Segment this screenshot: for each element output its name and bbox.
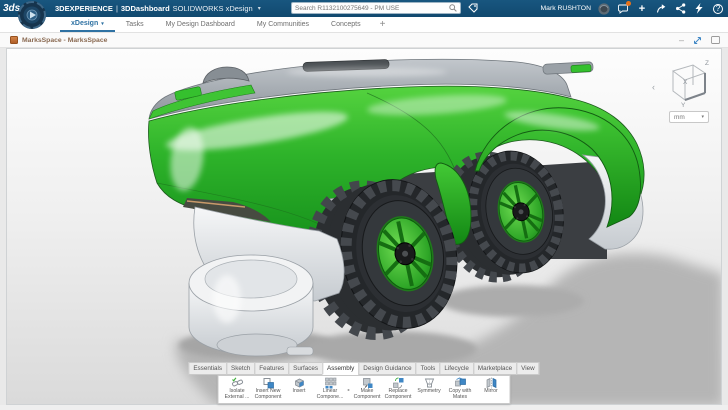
chevron-down-icon: ▾ (101, 21, 104, 27)
symmetry-button[interactable]: Symmetry (414, 376, 445, 403)
window-title: MarksSpace - MarksSpace (22, 37, 107, 44)
search-icon[interactable] (449, 0, 457, 17)
notifications-icon[interactable] (617, 3, 629, 15)
toolbar-separator (348, 389, 350, 391)
tab-tasks[interactable]: Tasks (115, 17, 155, 32)
ribbon-tab-tools[interactable]: Tools (416, 362, 440, 375)
window-header: MarksSpace - MarksSpace – (0, 33, 728, 48)
insert-button[interactable]: Insert (284, 376, 315, 403)
expand-icon[interactable] (693, 36, 702, 45)
add-icon[interactable]: + (636, 3, 648, 15)
minimize-icon[interactable]: – (679, 37, 684, 43)
copy-with-mates-button[interactable]: Copy withMates (445, 376, 476, 403)
axis-y-label: Y (681, 102, 686, 109)
xdesign-app: 3ds 3DEXPERIENCE | 3DDashboard SOLIDWORK… (0, 0, 728, 410)
share-network-icon[interactable] (674, 3, 686, 15)
ribbon-tab-sketch[interactable]: Sketch (226, 362, 254, 375)
window-bottom-frame (0, 405, 728, 410)
share-arrow-icon[interactable] (655, 3, 667, 15)
tab-xdesign-label: xDesign (71, 20, 98, 27)
make-component-button[interactable]: MakeComponent (352, 376, 383, 403)
axis-x-label: X (683, 79, 688, 86)
tag-icon[interactable] (467, 2, 479, 14)
isolate-external-button[interactable]: IsolateExternal ... (222, 376, 253, 403)
insert-new-component-button[interactable]: Insert NewComponent (253, 376, 284, 403)
ribbon-tab-marketplace[interactable]: Marketplace (473, 362, 516, 375)
axis-z-label: Z (705, 60, 709, 67)
ribbon-tab-view[interactable]: View (516, 362, 540, 375)
units-value: mm (674, 114, 685, 121)
search-input[interactable] (295, 5, 449, 12)
top-bar: 3ds 3DEXPERIENCE | 3DDashboard SOLIDWORK… (0, 0, 728, 17)
ribbon-tab-essentials[interactable]: Essentials (188, 362, 226, 375)
app-tab-bar: xDesign ▾ Tasks My Design Dashboard My C… (0, 17, 728, 33)
chevron-down-icon: ▾ (701, 114, 704, 120)
add-tab-button[interactable]: + (372, 17, 394, 32)
tools-lightning-icon[interactable] (693, 3, 705, 15)
panel-collapse-chevron-icon[interactable]: ‹ (652, 83, 655, 92)
chevron-down-icon[interactable]: ▾ (258, 5, 261, 12)
brand-title[interactable]: 3DEXPERIENCE | 3DDashboard SOLIDWORKS xD… (55, 4, 261, 13)
ribbon-tab-assembly[interactable]: Assembly (322, 362, 358, 375)
help-icon[interactable]: ? (712, 3, 724, 15)
window-mode-icon[interactable] (711, 36, 720, 44)
view-cube[interactable]: X Y Z (659, 57, 711, 109)
ribbon-tab-design-guidance[interactable]: Design Guidance (358, 362, 415, 375)
rover-3d-model (7, 49, 722, 405)
avatar[interactable] (598, 3, 610, 15)
ribbon-tab-features[interactable]: Features (254, 362, 288, 375)
ribbon-tab-surfaces[interactable]: Surfaces (288, 362, 322, 375)
ribbon-tab-lifecycle[interactable]: Lifecycle (439, 362, 473, 375)
brand-3dexperience: 3DEXPERIENCE (55, 4, 113, 13)
tab-concepts[interactable]: Concepts (320, 17, 372, 32)
user-name[interactable]: Mark RUSHTON (541, 5, 591, 12)
tab-xdesign[interactable]: xDesign ▾ (60, 17, 115, 32)
tab-my-communities[interactable]: My Communities (246, 17, 320, 32)
linear-component-pattern-button[interactable]: LinearCompone... (315, 376, 346, 403)
ribbon-tab-bar: Essentials Sketch Features Surfaces Asse… (188, 362, 539, 375)
brand-3ddashboard: 3DDashboard (121, 4, 170, 13)
3d-viewport-canvas[interactable]: ‹ X Y Z mm ▾ (6, 48, 722, 405)
mirror-button[interactable]: Mirror (476, 376, 507, 403)
brand-suffix: SOLIDWORKS xDesign (173, 4, 253, 13)
workspace-icon (10, 36, 18, 44)
tab-my-design-dashboard[interactable]: My Design Dashboard (155, 17, 246, 32)
notification-badge (626, 1, 631, 6)
replace-component-button[interactable]: ReplaceComponent (383, 376, 414, 403)
brand-separator: | (116, 4, 118, 13)
units-dropdown[interactable]: mm ▾ (669, 111, 709, 123)
3dcompass-icon[interactable] (17, 0, 47, 30)
assembly-toolbar: IsolateExternal ... Insert NewComponent … (218, 375, 511, 404)
global-search (291, 2, 461, 14)
